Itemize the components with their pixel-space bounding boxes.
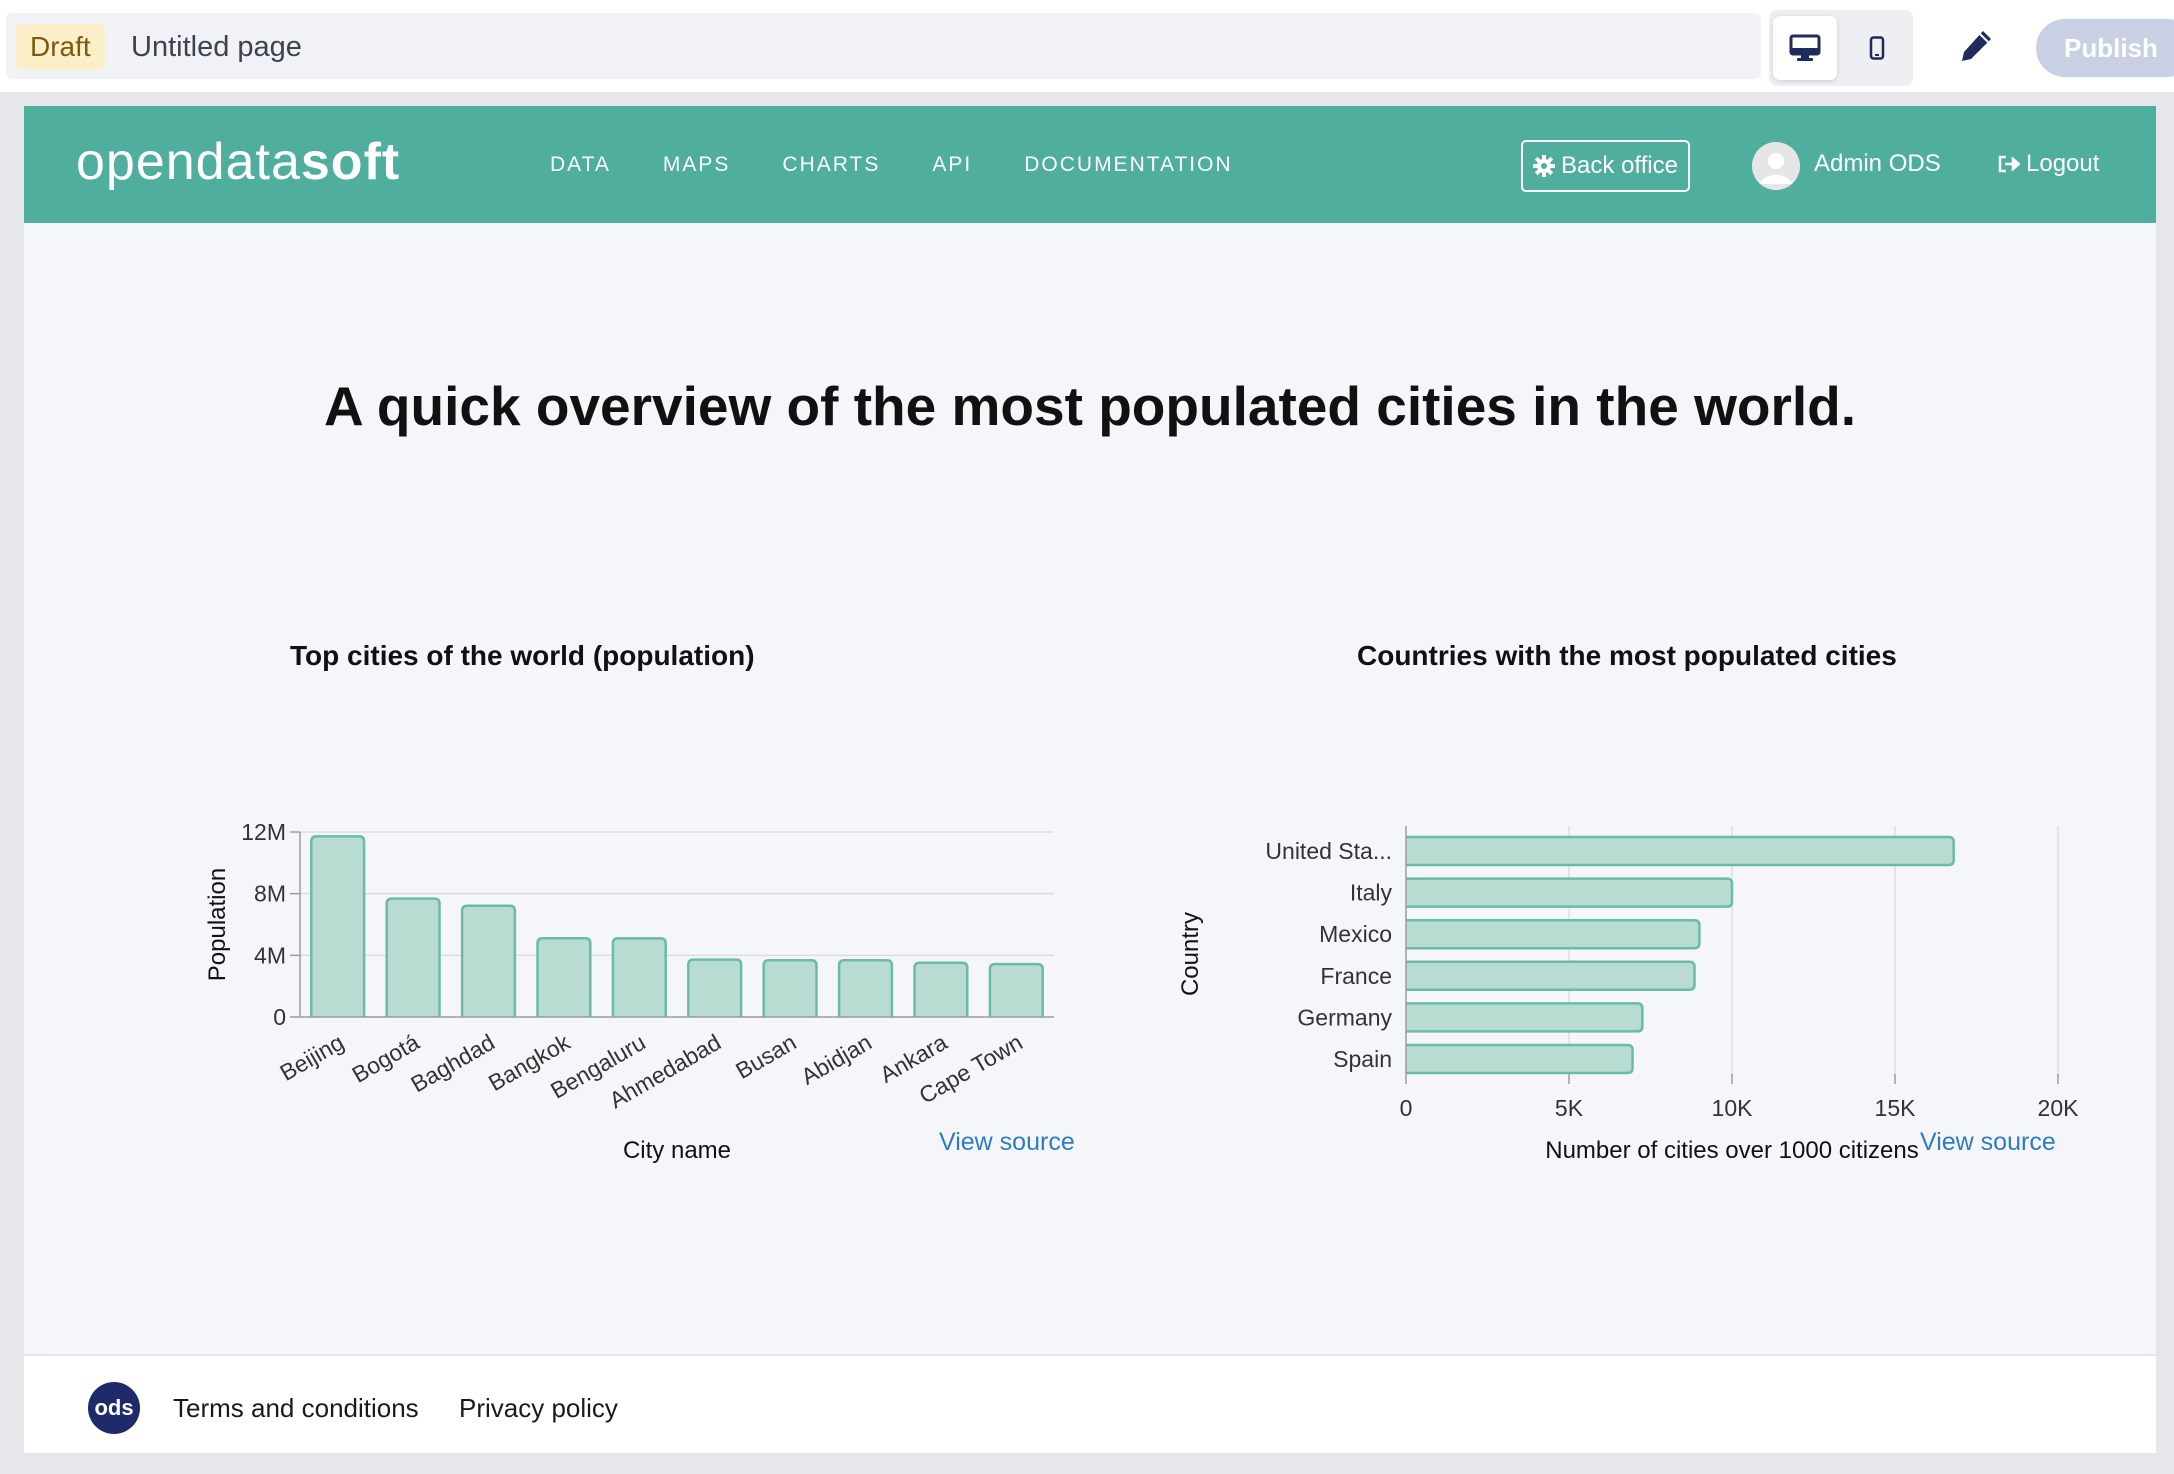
y-tick-label: France (1320, 963, 1392, 989)
bar (687, 958, 743, 1017)
y-tick-label: United Sta... (1265, 838, 1392, 864)
ods-logo-badge[interactable]: ods (88, 1382, 140, 1434)
x-tick-label: Baghdad (406, 1029, 499, 1098)
bar (1406, 918, 1701, 950)
chart-title-cities: Top cities of the world (population) (290, 640, 755, 671)
back-office-label: Back office (1561, 152, 1678, 179)
x-tick-label: 10K (1712, 1095, 1754, 1121)
x-tick-label: Beijing (275, 1029, 348, 1086)
bar (310, 835, 366, 1017)
page-title-input[interactable]: Untitled page (131, 24, 302, 70)
terms-link[interactable]: Terms and conditions (173, 1382, 419, 1434)
bar (1406, 1043, 1634, 1075)
opendatasoft-logo[interactable]: opendatasoft (76, 134, 400, 190)
bar (1406, 877, 1734, 908)
y-tick-label: Germany (1297, 1004, 1392, 1030)
bar (1406, 835, 1955, 867)
nav-data[interactable]: DATA (550, 153, 611, 177)
bar (762, 959, 818, 1017)
nav-charts[interactable]: CHARTS (782, 153, 880, 177)
page-title-field[interactable]: Draft Untitled page (6, 13, 1761, 79)
y-tick-label: Spain (1333, 1046, 1392, 1072)
x-tick-label: 5K (1555, 1095, 1584, 1121)
logo-light-text: opendata (76, 133, 301, 191)
mobile-preview-button[interactable] (1845, 16, 1909, 80)
chart-title-countries: Countries with the most populated cities (1357, 640, 1897, 671)
bar (536, 937, 592, 1017)
draft-status-badge: Draft (16, 24, 105, 70)
y-tick-label: 8M (254, 881, 286, 907)
x-axis-label: Number of cities over 1000 citizens (1545, 1137, 1919, 1164)
editor-toolbar: Draft Untitled page Publish (0, 0, 2174, 92)
y-tick-label: Italy (1350, 880, 1393, 906)
nav-documentation[interactable]: DOCUMENTATION (1024, 153, 1232, 177)
privacy-link[interactable]: Privacy policy (459, 1382, 618, 1434)
countries-bar-chart: 0 5K 10K 15K 20K United Sta... Italy Mexico Fran… (1177, 826, 2080, 1164)
mobile-icon (1869, 36, 1885, 60)
bar (1406, 960, 1696, 992)
gear-icon (1533, 155, 1555, 177)
view-source-link-countries[interactable]: View source (1920, 1128, 2056, 1157)
x-tick-label: 0 (1400, 1095, 1413, 1121)
bar (837, 959, 894, 1017)
site-footer: ods Terms and conditions Privacy policy (24, 1354, 2156, 1453)
user-avatar[interactable] (1752, 142, 1800, 190)
view-source-link-cities[interactable]: View source (939, 1128, 1075, 1157)
site-header: opendatasoft DATA MAPS CHARTS API DOCUME… (24, 106, 2156, 223)
user-silhouette-icon (1752, 142, 1800, 190)
y-tick-label: Mexico (1319, 921, 1392, 947)
device-preview-toggle (1769, 10, 1913, 86)
y-tick-label: 4M (254, 942, 286, 968)
user-name[interactable]: Admin ODS (1814, 140, 1941, 188)
nav-api[interactable]: API (932, 153, 972, 177)
y-tick-label: 0 (273, 1004, 286, 1030)
publish-button[interactable]: Publish (2036, 19, 2174, 77)
y-axis-label: Country (1177, 912, 1204, 996)
main-nav: DATA MAPS CHARTS API DOCUMENTATION (550, 106, 1285, 223)
back-office-button[interactable]: Back office (1521, 140, 1690, 192)
logo-bold-text: soft (300, 133, 401, 191)
page-heading: A quick overview of the most populated c… (323, 375, 1857, 437)
x-tick-label: Busan (731, 1029, 800, 1084)
edit-page-button[interactable] (1948, 18, 2004, 74)
x-axis-label: City name (623, 1137, 731, 1164)
population-bar-chart: 04M8M12MBeijing BogotáBaghdadBangkokBenga… (204, 819, 1054, 1164)
desktop-preview-button[interactable] (1773, 16, 1837, 80)
logout-icon (1998, 155, 2020, 173)
pencil-icon (1962, 31, 1991, 61)
y-axis-label: Population (204, 868, 231, 981)
page-preview: opendatasoft DATA MAPS CHARTS API DOCUME… (24, 106, 2156, 1453)
desktop-icon (1789, 34, 1821, 61)
bar (1406, 1002, 1644, 1033)
bar (913, 961, 969, 1017)
x-tick-label: 20K (2038, 1095, 2080, 1121)
bar (460, 904, 517, 1017)
y-tick-label: 12M (241, 819, 286, 845)
logout-label: Logout (2026, 150, 2100, 177)
x-tick-label: Abidjan (797, 1029, 876, 1090)
bar (611, 937, 667, 1017)
bar (988, 962, 1044, 1017)
bar (385, 897, 441, 1017)
logout-link[interactable]: Logout (1998, 140, 2099, 188)
nav-maps[interactable]: MAPS (663, 153, 731, 177)
x-tick-label: 15K (1875, 1095, 1917, 1121)
